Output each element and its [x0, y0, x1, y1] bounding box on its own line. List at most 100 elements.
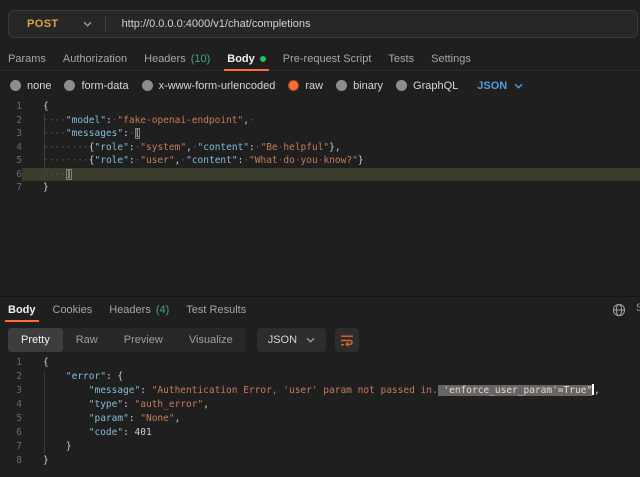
line-number: 6 [0, 426, 22, 440]
code-token: "auth_error" [135, 399, 204, 410]
radio-graphql[interactable]: GraphQL [396, 80, 458, 92]
view-raw[interactable]: Raw [63, 328, 111, 352]
tab-label: Tests [388, 53, 414, 65]
code-token: know?" [323, 155, 357, 166]
code-line[interactable]: 8} [0, 454, 640, 468]
code-token: "fake-openai-endpoint" [117, 115, 243, 126]
code-token: "Be [260, 142, 277, 153]
tab-label: Test Results [186, 304, 246, 316]
code-line[interactable]: 4········{"role":·"system",·"content":·"… [0, 141, 640, 155]
code-token: : [140, 385, 151, 396]
tab-headers[interactable]: Headers(10) [144, 48, 210, 70]
text-wrap-icon [340, 334, 354, 347]
code-token: "user" [140, 155, 174, 166]
code-token: }, [329, 142, 340, 153]
tab-label: Settings [431, 53, 471, 65]
code-line[interactable]: 2 "error": { [0, 370, 640, 384]
code-token: ···· [43, 128, 66, 139]
code-token: "type" [89, 399, 123, 410]
code-token: "system" [140, 142, 186, 153]
radio-x-www-form-urlencoded[interactable]: x-www-form-urlencoded [142, 80, 276, 92]
tab-label: Headers [144, 53, 186, 65]
code-line[interactable]: 1{ [0, 356, 640, 370]
code-line[interactable]: 5 "param": "None", [0, 412, 640, 426]
code-token: : [106, 371, 117, 382]
code-content: } [22, 181, 640, 195]
code-line[interactable]: 1{ [0, 100, 640, 114]
code-line[interactable]: 6····] [0, 168, 640, 182]
radio-none[interactable]: none [10, 80, 51, 92]
line-number: 2 [0, 114, 22, 128]
request-body-editor[interactable]: 1{2····"model":·"fake-openai-endpoint",·… [0, 100, 640, 195]
code-token: "role" [95, 142, 129, 153]
code-line[interactable]: 5········{"role":·"user",·"content":·"Wh… [0, 154, 640, 168]
view-preview[interactable]: Preview [111, 328, 176, 352]
code-token: ········ [43, 155, 89, 166]
code-token [43, 371, 66, 382]
code-token: ] [66, 169, 72, 180]
code-content: { [22, 356, 640, 370]
code-content: { [22, 100, 640, 114]
wrap-text-button[interactable] [335, 328, 359, 352]
line-number: 6 [0, 168, 22, 182]
code-line[interactable]: 3 "message": "Authentication Error, 'use… [0, 384, 640, 398]
tab-tests[interactable]: Tests [388, 48, 414, 70]
tab-label: Authorization [63, 53, 127, 65]
radio-icon [10, 80, 21, 91]
code-content: ····"model":·"fake-openai-endpoint",· [22, 114, 640, 128]
response-tab-body[interactable]: Body [8, 297, 36, 322]
code-token: { [117, 371, 123, 382]
view-visualize[interactable]: Visualize [176, 328, 246, 352]
code-content: "param": "None", [22, 412, 640, 426]
tab-params[interactable]: Params [8, 48, 46, 70]
tab-label: Body [227, 53, 255, 65]
code-line[interactable]: 2····"model":·"fake-openai-endpoint",· [0, 114, 640, 128]
code-line[interactable]: 7 } [0, 440, 640, 454]
radio-icon [336, 80, 347, 91]
code-line[interactable]: 4 "type": "auth_error", [0, 398, 640, 412]
tab-body[interactable]: Body [227, 48, 266, 70]
line-number: 1 [0, 356, 22, 370]
code-line[interactable]: 3····"messages":·[ [0, 127, 640, 141]
radio-raw[interactable]: raw [288, 80, 323, 92]
tab-settings[interactable]: Settings [431, 48, 471, 70]
response-tab-headers[interactable]: Headers(4) [109, 297, 169, 322]
code-token: , [175, 413, 181, 424]
response-tab-test-results[interactable]: Test Results [186, 297, 246, 322]
code-token [43, 413, 89, 424]
response-language-selector[interactable]: JSON [257, 328, 326, 352]
code-token: { [43, 101, 49, 112]
code-token: · [249, 115, 255, 126]
tab-pre-request-script[interactable]: Pre-request Script [283, 48, 372, 70]
code-token [43, 427, 89, 438]
code-token: : [123, 427, 134, 438]
response-body-editor[interactable]: 1{2 "error": {3 "message": "Authenticati… [0, 356, 640, 468]
code-content: ········{"role":·"system",·"content":·"B… [22, 141, 640, 155]
request-tabs: Params Authorization Headers(10) Body Pr… [0, 48, 640, 71]
method-selector[interactable]: POST [9, 11, 105, 37]
code-token: : [129, 413, 140, 424]
code-content: ····] [22, 168, 640, 182]
line-number: 2 [0, 370, 22, 384]
radio-form-data[interactable]: form-data [64, 80, 128, 92]
url-input[interactable]: http://0.0.0.0:4000/v1/chat/completions [106, 18, 311, 30]
radio-icon [64, 80, 75, 91]
code-token: "code" [89, 427, 123, 438]
body-language-selector[interactable]: JSON [477, 80, 523, 92]
code-token: · [129, 128, 135, 139]
code-content: } [22, 454, 640, 468]
globe-icon[interactable] [612, 303, 626, 317]
code-token: you [301, 155, 318, 166]
view-mode-segmented-control: Pretty Raw Preview Visualize [8, 328, 246, 352]
radio-selected-icon [288, 80, 299, 91]
view-pretty[interactable]: Pretty [8, 328, 63, 352]
language-label: JSON [268, 334, 297, 346]
radio-label: raw [305, 80, 323, 92]
code-line[interactable]: 7} [0, 181, 640, 195]
radio-binary[interactable]: binary [336, 80, 383, 92]
code-content: "type": "auth_error", [22, 398, 640, 412]
tab-authorization[interactable]: Authorization [63, 48, 127, 70]
line-number: 8 [0, 454, 22, 468]
response-tab-cookies[interactable]: Cookies [53, 297, 93, 322]
code-line[interactable]: 6 "code": 401 [0, 426, 640, 440]
